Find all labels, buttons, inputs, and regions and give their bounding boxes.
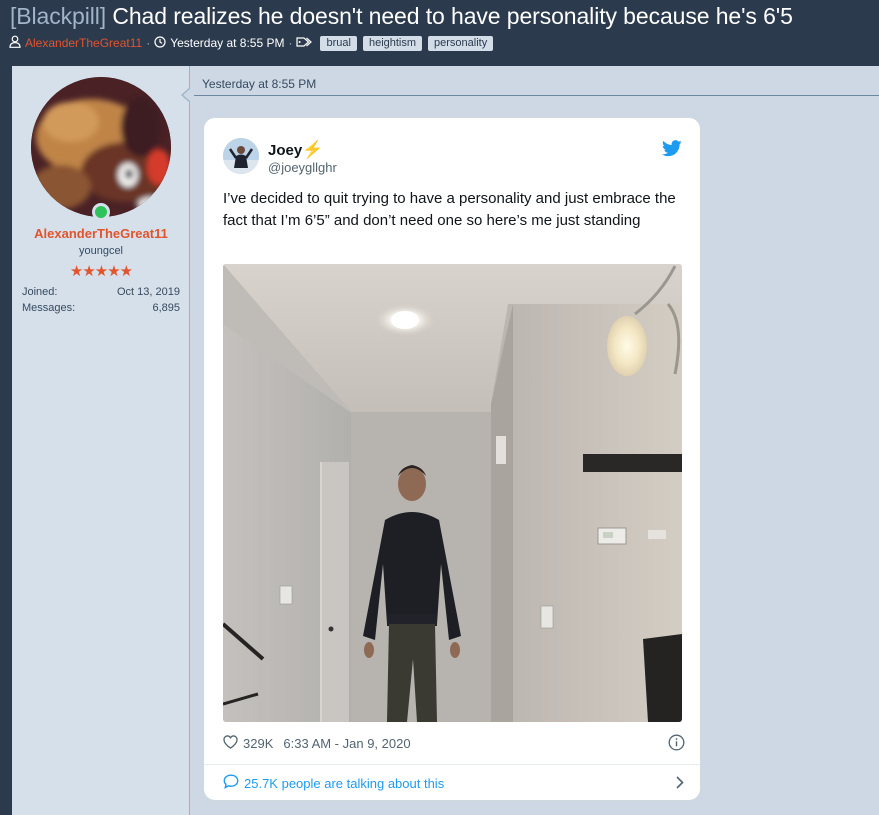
messages-stat: Messages: 6,895 (22, 302, 180, 314)
tag-icon (296, 36, 314, 51)
speech-bubble-icon (223, 774, 239, 792)
online-status-indicator (92, 203, 110, 221)
joined-value: Oct 13, 2019 (117, 286, 180, 298)
tweet-divider (204, 764, 700, 765)
thread-header: [Blackpill] Chad realizes he doesn't nee… (0, 0, 879, 66)
clock-icon (154, 35, 166, 51)
avatar[interactable] (31, 77, 171, 217)
info-icon[interactable] (668, 734, 685, 754)
tweet-author-name[interactable]: Joey⚡ (268, 140, 323, 160)
user-column: AlexanderTheGreat11 youngcel ★★★★★ Joine… (12, 66, 190, 815)
tag-brual[interactable]: brual (320, 35, 357, 51)
tweet-photo[interactable] (223, 264, 682, 722)
tweet-author-handle[interactable]: @joeygllghr (268, 160, 337, 175)
user-rating-stars: ★★★★★ (69, 263, 133, 280)
embedded-tweet[interactable]: Joey⚡ @joeygllghr I’ve decided to quit t… (203, 117, 701, 801)
tag-personality[interactable]: personality (428, 35, 494, 51)
post-date[interactable]: Yesterday at 8:55 PM (202, 77, 316, 91)
thread-meta: AlexanderTheGreat11 · Yesterday at 8:55 … (9, 35, 494, 51)
thread-author-link[interactable]: AlexanderTheGreat11 (25, 36, 142, 50)
conversation-link[interactable]: 25.7K people are talking about this (223, 771, 685, 795)
tweet-text: I’ve decided to quit trying to have a pe… (223, 190, 676, 229)
tweet-footer: 329K 6:33 AM - Jan 9, 2020 (223, 732, 685, 754)
chevron-right-icon[interactable] (675, 775, 685, 793)
tweet-timestamp[interactable]: 6:33 AM - Jan 9, 2020 (283, 736, 410, 751)
thread-title-text: Chad realizes he doesn't need to have pe… (112, 3, 793, 29)
conversation-text: 25.7K people are talking about this (244, 775, 445, 791)
joined-stat: Joined: Oct 13, 2019 (22, 286, 180, 298)
username[interactable]: AlexanderTheGreat11 (12, 226, 190, 241)
joined-label: Joined: (22, 286, 58, 298)
messages-label: Messages: (22, 302, 76, 314)
tag-heightism[interactable]: heightism (362, 35, 423, 51)
user-title: youngcel (78, 245, 124, 257)
post: AlexanderTheGreat11 youngcel ★★★★★ Joine… (12, 66, 879, 815)
tweet-author-name-text: Joey (268, 142, 303, 159)
thread-prefix[interactable]: [Blackpill] (10, 3, 106, 29)
thread-time[interactable]: Yesterday at 8:55 PM (170, 36, 284, 50)
like-count[interactable]: 329K (243, 736, 273, 751)
message-arrow-inner (183, 88, 191, 102)
messages-value: 6,895 (152, 302, 180, 314)
meta-separator: · (288, 36, 293, 50)
heart-icon[interactable] (223, 734, 238, 752)
thread-title: [Blackpill] Chad realizes he doesn't nee… (10, 3, 793, 30)
meta-separator: · (146, 36, 151, 50)
lightning-bolt-icon: ⚡ (302, 140, 324, 159)
twitter-bird-icon[interactable] (662, 140, 682, 162)
user-icon (9, 35, 21, 51)
post-divider (194, 95, 879, 96)
tweet-author-avatar[interactable] (223, 138, 259, 174)
